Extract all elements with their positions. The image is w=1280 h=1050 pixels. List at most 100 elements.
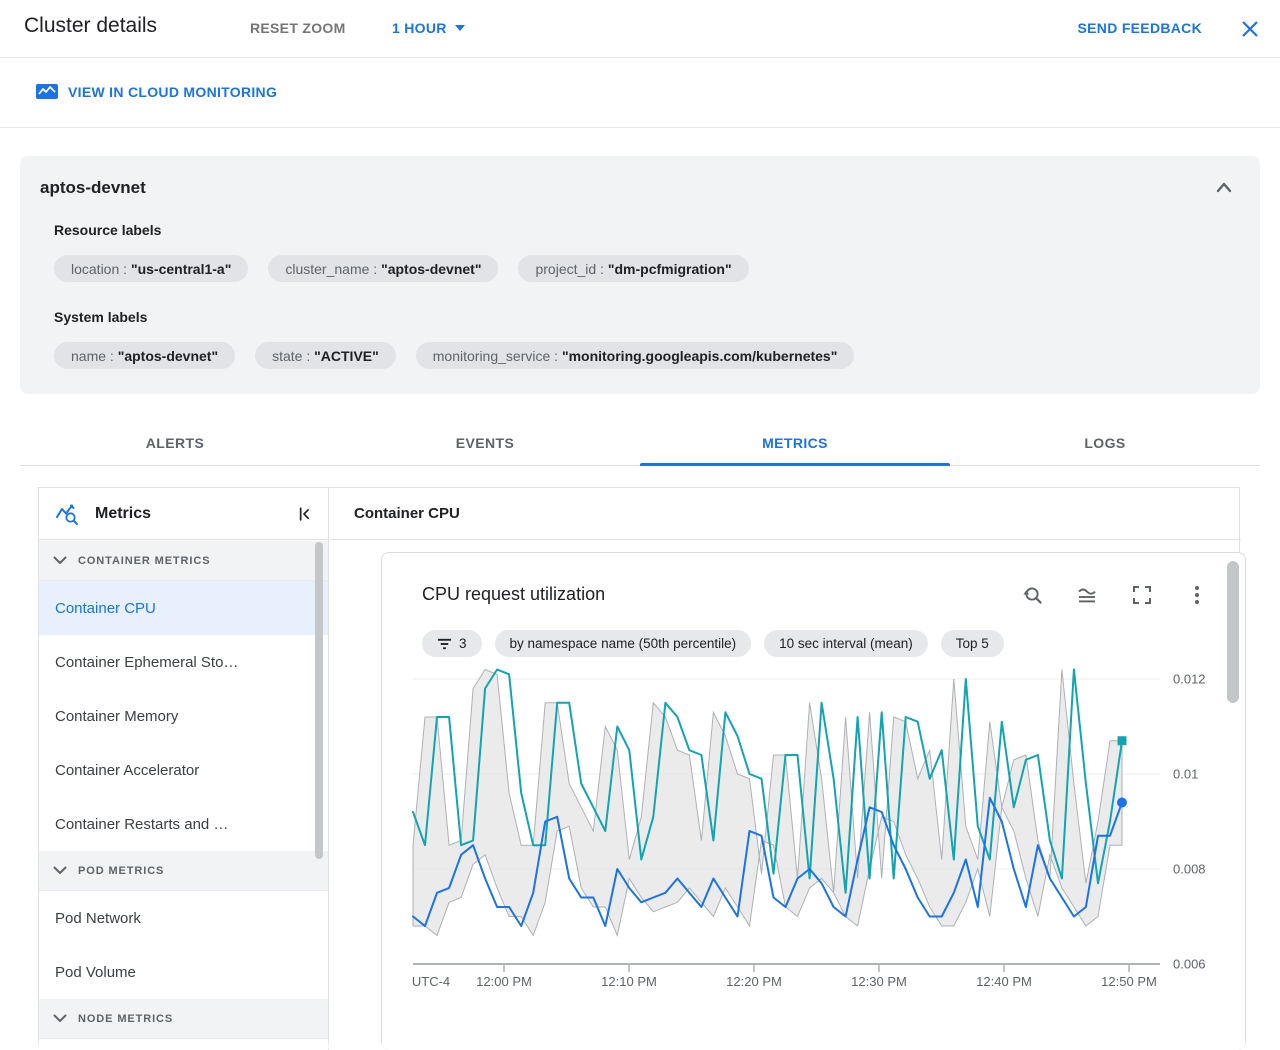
reset-zoom-button[interactable]: RESET ZOOM	[250, 20, 346, 36]
svg-text:12:00 PM: 12:00 PM	[476, 974, 532, 989]
label-separator: :	[369, 261, 381, 277]
label-value: "aptos-devnet"	[118, 348, 218, 364]
sidebar-title: Metrics	[95, 505, 280, 523]
label-value: "ACTIVE"	[314, 348, 379, 364]
tab-bar: ALERTS EVENTS METRICS LOGS	[20, 420, 1260, 466]
metrics-sidebar: Metrics CONTAINER METRICS Container CPU …	[39, 488, 329, 1050]
svg-text:0.008: 0.008	[1173, 862, 1206, 877]
filter-icon	[437, 637, 452, 651]
resource-labels-row: location : "us-central1-a" cluster_name …	[54, 255, 749, 282]
label-separator: :	[119, 261, 131, 277]
section-node-metrics[interactable]: NODE METRICS	[39, 999, 328, 1039]
label-separator: :	[550, 348, 562, 364]
sidebar-item-container-restarts[interactable]: Container Restarts and …	[39, 797, 328, 851]
chevron-down-icon	[53, 556, 67, 565]
section-label: POD METRICS	[78, 865, 164, 877]
sidebar-item-container-memory[interactable]: Container Memory	[39, 689, 328, 743]
svg-text:12:50 PM: 12:50 PM	[1101, 974, 1157, 989]
metrics-tab-content: Metrics CONTAINER METRICS Container CPU …	[38, 487, 1240, 1049]
sidebar-item-container-ephemeral-storage[interactable]: Container Ephemeral Sto…	[39, 635, 328, 689]
label-separator: :	[302, 348, 314, 364]
svg-text:12:40 PM: 12:40 PM	[976, 974, 1032, 989]
system-labels-row: name : "aptos-devnet" state : "ACTIVE" m…	[54, 342, 854, 369]
sidebar-header: Metrics	[39, 488, 328, 540]
label-chip-name: name : "aptos-devnet"	[54, 342, 235, 369]
tab-metrics[interactable]: METRICS	[640, 420, 950, 465]
svg-text:12:10 PM: 12:10 PM	[601, 974, 657, 989]
collapse-panel-icon[interactable]	[294, 504, 314, 524]
svg-text:12:20 PM: 12:20 PM	[726, 974, 782, 989]
label-separator: :	[596, 261, 608, 277]
zoom-reset-icon[interactable]	[1020, 583, 1044, 607]
label-key: name	[71, 348, 106, 364]
send-feedback-button[interactable]: SEND FEEDBACK	[1078, 20, 1202, 36]
chevron-down-icon	[53, 1014, 67, 1023]
view-in-cloud-monitoring-link[interactable]: VIEW IN CLOUD MONITORING	[36, 83, 277, 100]
sidebar-scrollbar-thumb[interactable]	[315, 542, 323, 859]
svg-text:UTC-4: UTC-4	[412, 974, 450, 989]
metric-panel-header: Container CPU	[330, 488, 1241, 540]
label-chip-cluster-name: cluster_name : "aptos-devnet"	[268, 255, 498, 282]
metric-main-panel: Container CPU CPU request utilization	[330, 488, 1241, 1050]
statistics-overlay-icon[interactable]	[1075, 583, 1099, 607]
chart-card: CPU request utilization	[381, 552, 1246, 1050]
label-chip-project-id: project_id : "dm-pcfmigration"	[518, 255, 748, 282]
section-container-metrics[interactable]: CONTAINER METRICS	[39, 541, 328, 581]
interval-chip[interactable]: 10 sec interval (mean)	[764, 630, 928, 657]
svg-text:12:30 PM: 12:30 PM	[851, 974, 907, 989]
monitoring-link-label: VIEW IN CLOUD MONITORING	[68, 84, 277, 100]
filter-count: 3	[459, 636, 467, 651]
content-scrollbar-thumb[interactable]	[1227, 561, 1239, 703]
cluster-summary-card: aptos-devnet Resource labels location : …	[20, 156, 1260, 394]
chevron-down-icon	[53, 866, 67, 875]
chart-filter-chips: 3 by namespace name (50th percentile) 10…	[422, 630, 1004, 657]
page-title: Cluster details	[24, 14, 157, 38]
fullscreen-icon[interactable]	[1130, 583, 1154, 607]
close-icon[interactable]	[1238, 17, 1262, 41]
label-key: project_id	[535, 261, 596, 277]
section-pod-metrics[interactable]: POD METRICS	[39, 851, 328, 891]
label-separator: :	[106, 348, 118, 364]
tab-alerts[interactable]: ALERTS	[20, 420, 330, 465]
tab-logs[interactable]: LOGS	[950, 420, 1260, 465]
metric-panel-title: Container CPU	[354, 505, 460, 522]
sidebar-item-pod-volume[interactable]: Pod Volume	[39, 945, 328, 999]
cluster-name: aptos-devnet	[40, 178, 146, 198]
label-key: location	[71, 261, 119, 277]
collapse-chevron-up-icon[interactable]	[1212, 176, 1236, 200]
section-label: NODE METRICS	[78, 1013, 173, 1025]
monitoring-chart-icon	[36, 83, 58, 100]
svg-text:0.012: 0.012	[1173, 672, 1206, 687]
metrics-explorer-icon	[55, 502, 81, 526]
sidebar-item-container-accelerator[interactable]: Container Accelerator	[39, 743, 328, 797]
monitoring-link-row: VIEW IN CLOUD MONITORING	[0, 59, 1280, 128]
dialog-header: Cluster details RESET ZOOM 1 HOUR SEND F…	[0, 0, 1280, 58]
sidebar-list: CONTAINER METRICS Container CPU Containe…	[39, 541, 328, 1039]
chart-toolbar	[1020, 583, 1209, 607]
groupby-chip[interactable]: by namespace name (50th percentile)	[495, 630, 752, 657]
label-key: cluster_name	[285, 261, 369, 277]
section-label: CONTAINER METRICS	[78, 555, 210, 567]
svg-text:0.006: 0.006	[1173, 957, 1206, 972]
label-chip-state: state : "ACTIVE"	[255, 342, 396, 369]
label-key: monitoring_service	[433, 348, 551, 364]
time-range-label: 1 HOUR	[392, 20, 447, 36]
label-key: state	[272, 348, 302, 364]
time-range-dropdown[interactable]: 1 HOUR	[392, 20, 465, 36]
top5-chip[interactable]: Top 5	[941, 630, 1004, 657]
sidebar-item-container-cpu[interactable]: Container CPU	[39, 581, 328, 635]
cpu-chart-svg[interactable]: 0.006 0.008 0.01 0.012 12:00 PM 12:10 PM 12:20…	[382, 658, 1247, 1002]
svg-text:0.01: 0.01	[1173, 767, 1198, 782]
kebab-menu-icon[interactable]	[1185, 583, 1209, 607]
sidebar-item-pod-network[interactable]: Pod Network	[39, 891, 328, 945]
system-labels-title: System labels	[54, 309, 147, 325]
label-value: "us-central1-a"	[131, 261, 231, 277]
label-chip-monitoring-service: monitoring_service : "monitoring.googlea…	[416, 342, 855, 369]
label-value: "dm-pcfmigration"	[608, 261, 732, 277]
filter-count-chip[interactable]: 3	[422, 630, 482, 657]
label-chip-location: location : "us-central1-a"	[54, 255, 248, 282]
tab-events[interactable]: EVENTS	[330, 420, 640, 465]
label-value: "monitoring.googleapis.com/kubernetes"	[562, 348, 837, 364]
chart-title: CPU request utilization	[422, 584, 605, 605]
chevron-down-icon	[455, 25, 465, 31]
